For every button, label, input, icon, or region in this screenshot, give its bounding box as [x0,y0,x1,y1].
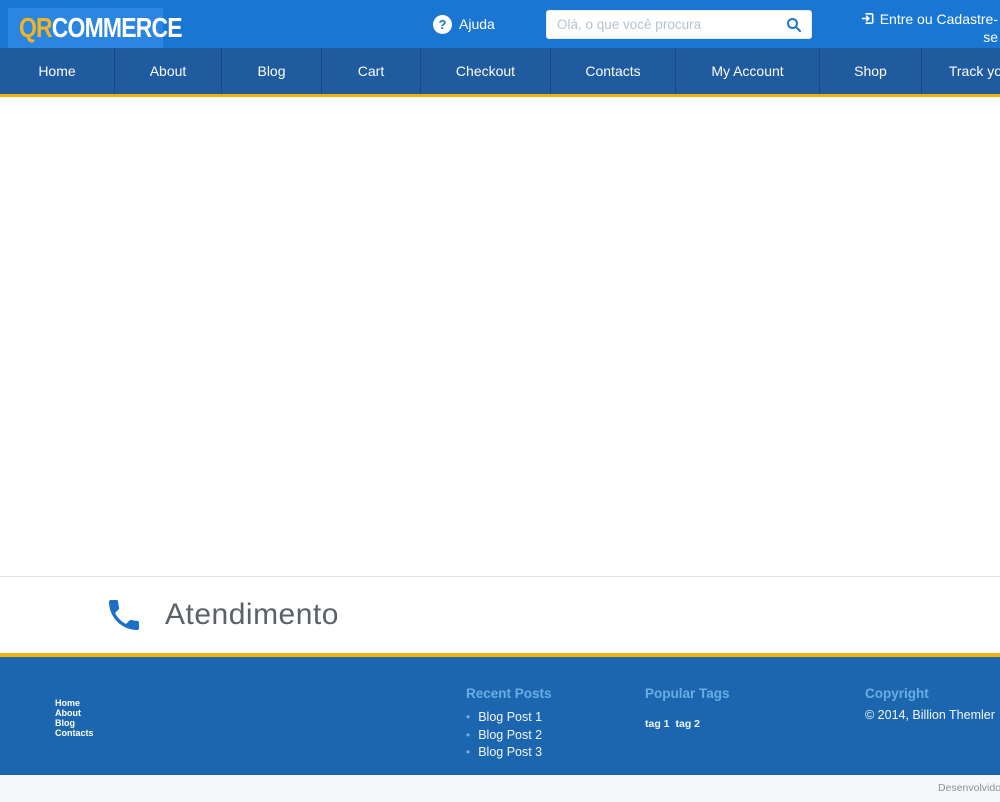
logo[interactable]: QRCOMMERCE [8,8,163,48]
top-header: QRCOMMERCE ? Ajuda Entre ou Cadastre-se [0,0,1000,48]
magnifier-icon [785,16,803,34]
recent-posts-title: Recent Posts [466,686,552,701]
footer-link[interactable]: About [55,708,94,718]
question-circle-icon: ? [433,15,452,34]
nav-item[interactable]: About [115,48,222,94]
copyright-title: Copyright [865,686,995,701]
recent-post-link[interactable]: Blog Post 2 [466,727,552,745]
nav-item[interactable]: Track your Order [922,48,1000,94]
main-nav: HomeAboutBlogCartCheckoutContactsMy Acco… [0,48,1000,97]
phone-icon [104,595,144,635]
tag-link[interactable]: tag 2 [676,718,701,730]
footer: HomeAboutBlogContacts Recent Posts Blog … [0,653,1000,775]
search-button[interactable] [783,16,811,34]
footer-link[interactable]: Home [55,698,94,708]
support-title: Atendimento [165,598,339,632]
enter-icon [860,11,875,26]
nav-item[interactable]: Cart [322,48,421,94]
recent-posts-list: Blog Post 1Blog Post 2Blog Post 3 [466,709,552,762]
help-label: Ajuda [459,16,495,32]
search-input[interactable] [547,17,783,32]
login-register-link[interactable]: Entre ou Cadastre-se [848,10,998,46]
footer-link[interactable]: Blog [55,718,94,728]
footer-nav-links: HomeAboutBlogContacts [55,698,94,738]
footer-recent-posts: Recent Posts Blog Post 1Blog Post 2Blog … [466,686,552,762]
recent-post-link[interactable]: Blog Post 3 [466,744,552,762]
bottom-credit-bar: Desenvolvido p [0,775,1000,802]
search-box [546,10,812,39]
nav-item[interactable]: Checkout [421,48,551,94]
footer-popular-tags: Popular Tags tag 1 tag 2 [645,686,730,732]
login-register-label: Entre ou Cadastre-se [880,11,998,45]
footer-link[interactable]: Contacts [55,728,94,738]
tag-list: tag 1 tag 2 [645,714,730,732]
footer-copyright: Copyright © 2014, Billion Themler [865,686,995,722]
logo-text: QRCOMMERCE [19,12,182,44]
page-content-area [0,97,1000,577]
tag-link[interactable]: tag 1 [645,718,670,730]
developer-credit-text: Desenvolvido p [938,782,1000,794]
nav-item[interactable]: Contacts [551,48,676,94]
nav-item[interactable]: Shop [820,48,922,94]
help-link[interactable]: ? Ajuda [433,0,495,48]
nav-item[interactable]: Home [0,48,115,94]
nav-item[interactable]: My Account [676,48,820,94]
support-section: Atendimento [0,577,1000,653]
logo-part-qr: QR [19,12,52,43]
copyright-text: © 2014, Billion Themler [865,708,995,722]
popular-tags-title: Popular Tags [645,686,730,701]
nav-item[interactable]: Blog [222,48,322,94]
logo-part-commerce: COMMERCE [52,12,182,43]
recent-post-link[interactable]: Blog Post 1 [466,709,552,727]
